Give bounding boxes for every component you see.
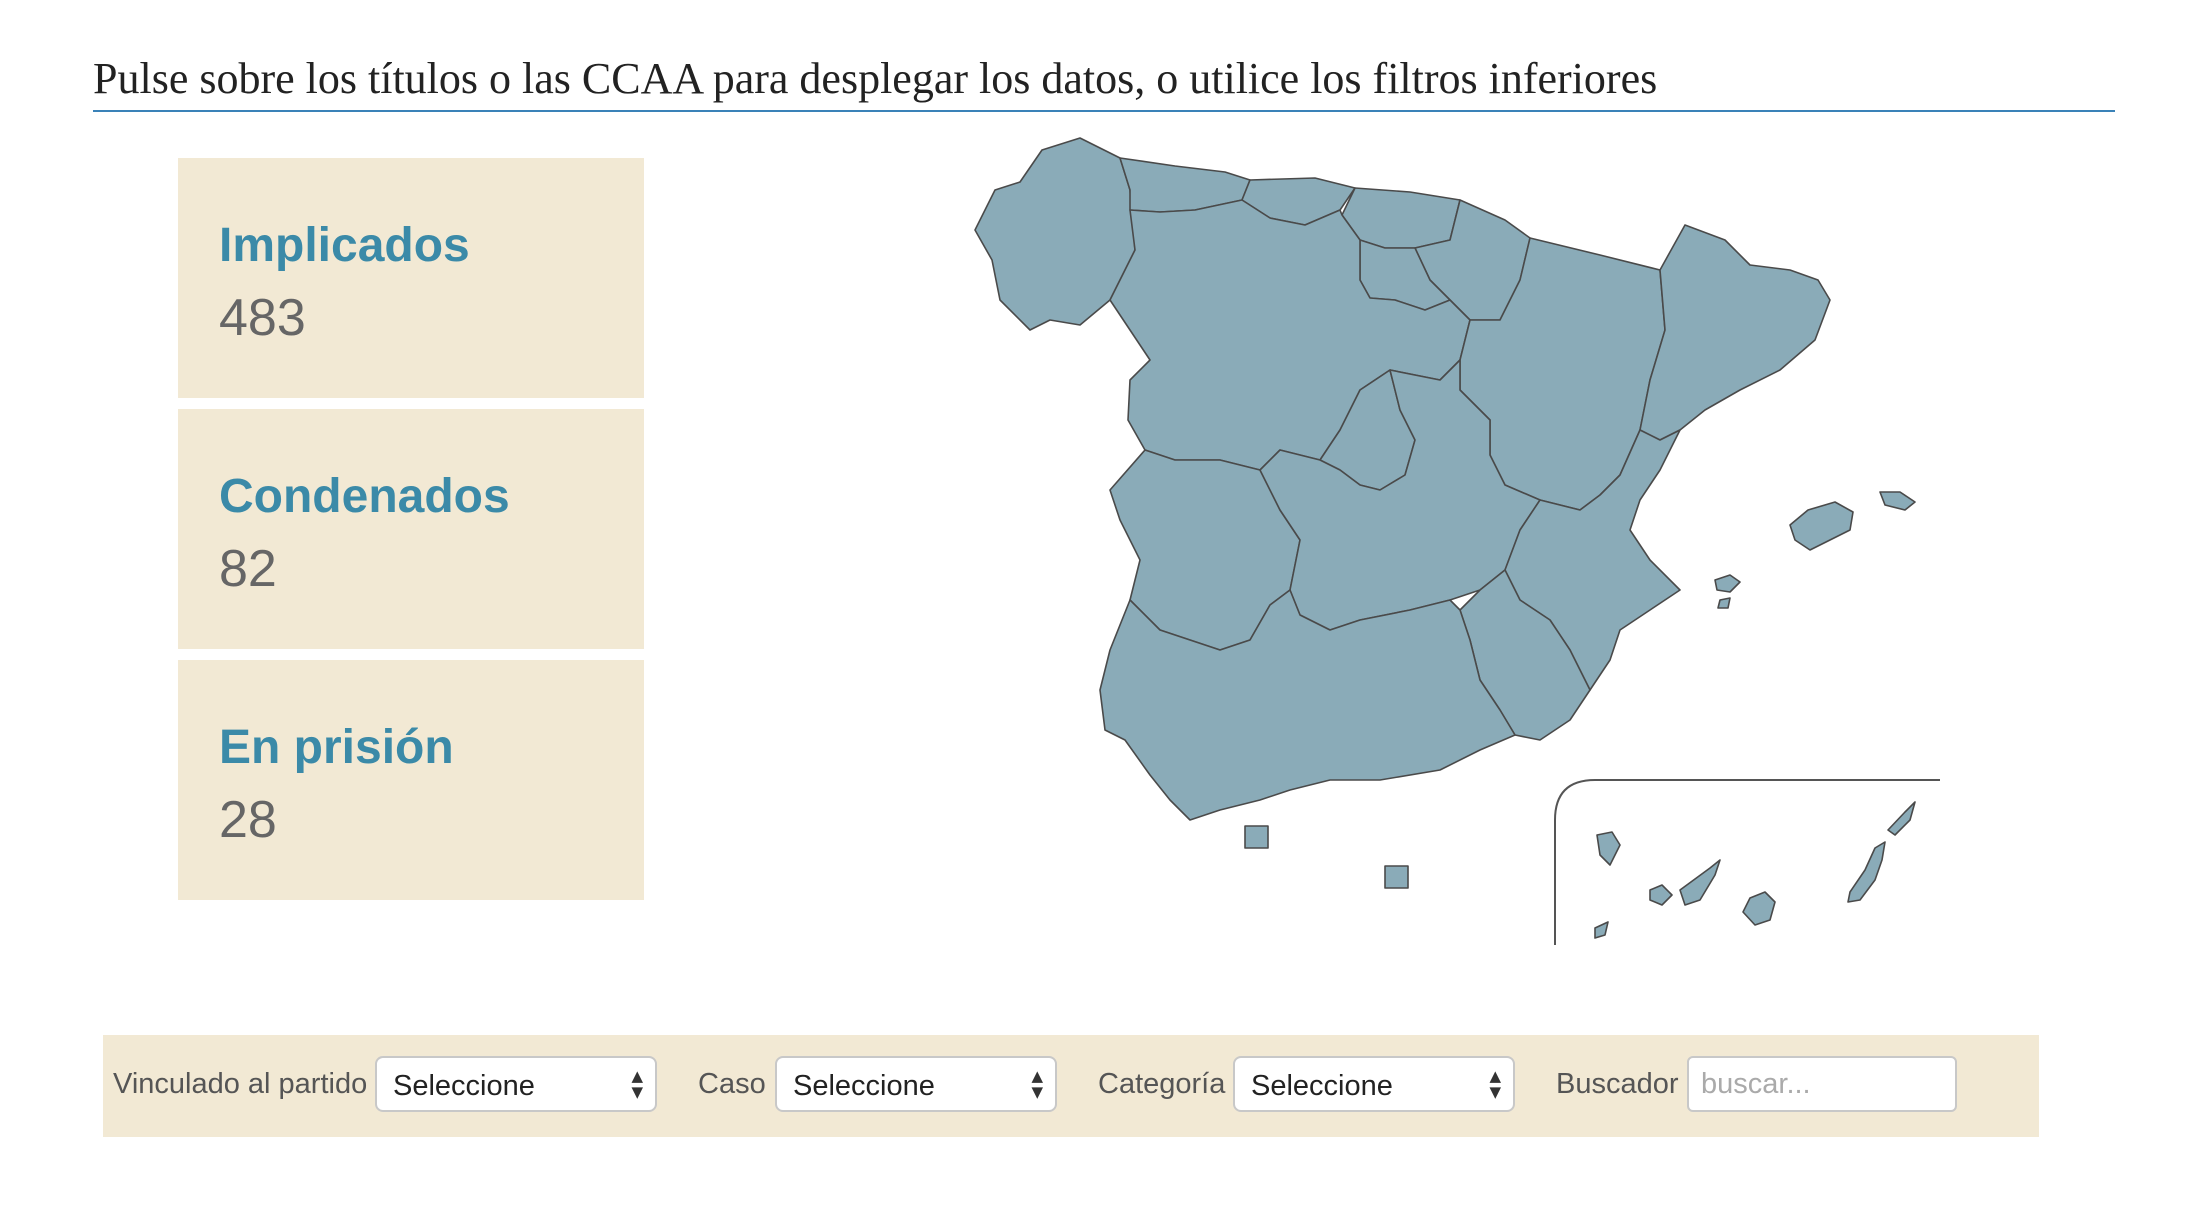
stat-value: 483 (219, 289, 306, 347)
stat-label[interactable]: Condenados (219, 469, 510, 524)
filter-label-caso: Caso (698, 1068, 766, 1100)
select-arrows-icon: ▲ ▼ (1031, 1067, 1043, 1101)
stat-value: 82 (219, 540, 277, 598)
stat-card-condenados[interactable]: Condenados 82 (178, 409, 644, 649)
select-value: Seleccione (1251, 1070, 1393, 1102)
search-input[interactable] (1687, 1056, 1957, 1112)
categoria-select[interactable]: Seleccione ▲ ▼ (1233, 1056, 1515, 1112)
stat-label[interactable]: Implicados (219, 218, 470, 273)
select-value: Seleccione (393, 1070, 535, 1102)
region-ceuta[interactable] (1244, 825, 1269, 849)
stat-value: 28 (219, 791, 277, 849)
filter-label-categoria: Categoría (1098, 1068, 1226, 1100)
region-baleares[interactable] (1714, 491, 1916, 609)
stat-label[interactable]: En prisión (219, 720, 454, 775)
filter-label-partido: Vinculado al partido (113, 1068, 368, 1100)
filter-label-buscador: Buscador (1556, 1068, 1679, 1100)
region-canarias[interactable] (1594, 801, 1916, 939)
header-rule (93, 110, 2115, 112)
instructions-text: Pulse sobre los títulos o las CCAA para … (93, 54, 1658, 103)
region-melilla[interactable] (1384, 865, 1409, 889)
canarias-inset-frame (1554, 779, 1940, 945)
caso-select[interactable]: Seleccione ▲ ▼ (775, 1056, 1057, 1112)
stat-card-implicados[interactable]: Implicados 483 (178, 158, 644, 398)
select-arrows-icon: ▲ ▼ (631, 1067, 643, 1101)
partido-select[interactable]: Seleccione ▲ ▼ (375, 1056, 657, 1112)
filter-bar: Vinculado al partido Seleccione ▲ ▼ Caso … (103, 1035, 2039, 1137)
region-cataluna[interactable] (1639, 224, 1831, 441)
select-arrows-icon: ▲ ▼ (1489, 1067, 1501, 1101)
stat-card-en-prision[interactable]: En prisión 28 (178, 660, 644, 900)
spain-ccaa-map (974, 137, 1940, 945)
select-value: Seleccione (793, 1070, 935, 1102)
